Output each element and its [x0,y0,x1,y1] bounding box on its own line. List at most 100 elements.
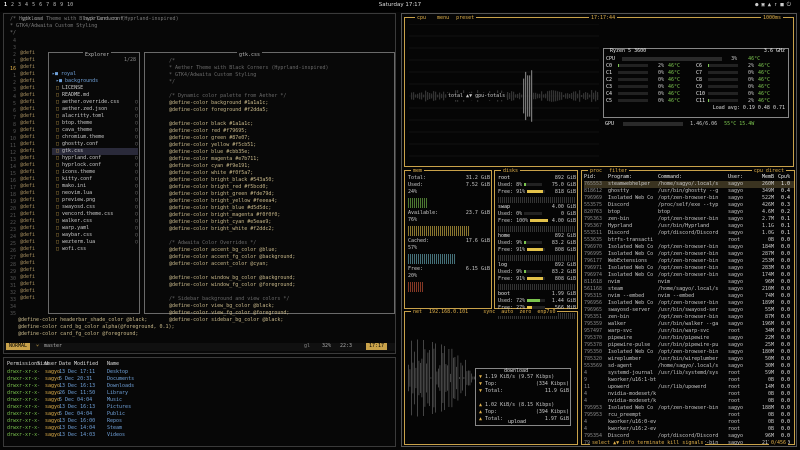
tree-item[interactable]: □ btop.theme ○ [52,120,138,127]
ls-row[interactable]: drwxr-xr-x-sagyo13 Dec 14:04 Steam [7,425,147,432]
tree-item[interactable]: □ warp.yaml ○ [52,225,138,232]
proc-row[interactable]: 796971 Isolated Web Co/opt/zen-browser-bi… [584,265,794,272]
proc-row[interactable]: 4 systemd-journal/usr/lib/systemd/sys root… [584,370,794,377]
tree-item[interactable]: ▸■ backgrounds [52,78,138,85]
proc-row[interactable]: 795367 Hyprland/usr/bin/Hyprland sagyo 1.1G… [584,223,794,230]
refresh-rate[interactable]: 1000ms [760,15,783,22]
proc-row[interactable]: 796969 Isolated Web Co/opt/zen-browser-bi… [584,195,794,202]
proc-row[interactable]: 561168 steam/home/sagyo/.local/s sagyo 210M… [584,286,794,293]
proc-row[interactable]: 796970 Isolated Web Co/opt/zen-browser-bi… [584,244,794,251]
tree-item[interactable]: □ icons.theme ○ [52,169,138,176]
tree-item[interactable]: □ LICENSE [52,85,138,92]
ls-row[interactable]: drwxr-xr-x-sagyo13 Dec 17:11 Desktop [7,369,147,376]
ls-row[interactable]: drwxr-xr-x-sagyo13 Dec 16:13 Pictures [7,404,147,411]
tree-item[interactable]: □ aether.zed.json ○ [52,106,138,113]
workspace-4[interactable]: 4 [25,2,28,8]
ls-row[interactable]: drwxr-xr-x-sagyo5 Dec 20:31 Documents [7,376,147,383]
proc-row[interactable]: 811618 nvim nvim sagyo 96M 0.0 [584,279,794,286]
proc-header-4[interactable]: MemB [756,174,774,181]
net-sync[interactable]: sync [483,309,495,315]
proc-header-0[interactable]: Pid: [584,174,608,181]
proc-row[interactable]: 795953 Isolated Web Co/opt/zen-browser-bi… [584,405,794,412]
ls-row[interactable]: drwxr-xr-x-sagyo5 Dec 04:04 Music [7,397,147,404]
ls-row[interactable]: drwxr-xr-x-sagyo13 Dec 16:13 Downloads [7,383,147,390]
proc-row[interactable]: 957497 warp-svc/usr/bin/warp-svc root 34M 0.… [584,328,794,335]
tree-item[interactable]: □ kitty.conf ○ [52,176,138,183]
tree-item[interactable]: □ aether.override.css ○ [52,99,138,106]
proc-row[interactable]: 553575 Discord/proc/self/exe --typ sagyo 42… [584,202,794,209]
tree-item[interactable]: □ walker.css ○ [52,218,138,225]
proc-row[interactable]: 796995 Isolated Web Co/opt/zen-browser-bi… [584,251,794,258]
proc-row[interactable]: 795354 Discord/opt/discord/Discord sagyo 96… [584,433,794,440]
tree-item[interactable]: □ preview.png ○ [52,197,138,204]
tree-item[interactable]: □ ghostty.conf ○ [52,141,138,148]
proc-row[interactable]: 4 kworker/u16:2-ev root 0B 0.0 [584,426,794,433]
proc-row[interactable]: 795363 zen-bin/opt/zen-browser-bin sagyo 2.… [584,216,794,223]
tab-gtk-css[interactable]: gtk.css [22,16,43,23]
tree-item[interactable]: □ swayosd.css ○ [52,204,138,211]
tree-item[interactable]: □ README.md [52,92,138,99]
proc-row[interactable]: 553511 Discord/opt/discord/Discord sagyo 1.… [584,230,794,237]
net-zero[interactable]: zero [519,309,531,315]
tree-item[interactable]: □ waybar.css ○ [52,232,138,239]
tree-item[interactable]: □ alacritty.toml ○ [52,113,138,120]
clock[interactable]: Saturday 17:17 [370,2,430,9]
tree-item[interactable]: □ hyprlock.conf ○ [52,162,138,169]
proc-row[interactable]: 795370 pipewire/usr/bin/pipewire sagyo 22M 0… [584,335,794,342]
proc-row[interactable]: 796965 swayosd-server/usr/bin/swayosd-ser… [584,307,794,314]
proc-footer[interactable]: select ▲▼ info terminate kill signals [590,440,706,446]
proc-row[interactable]: 795953 rcu_preempt root 0B 0.0 [584,412,794,419]
proc-header-5[interactable]: Cpu% [774,174,790,181]
proc-row[interactable]: 795351 zen-bin/opt/zen-browser-bin sagyo 87… [584,314,794,321]
ls-row[interactable]: drwxr-xr-x-sagyo13 Dec 16:00 Repos [7,418,147,425]
proc-row[interactable]: 818612 ghostty/usr/bin/ghostty --g sagyo 34… [584,188,794,195]
proc-row[interactable]: 553635 btrfs-transacti root 0B 0.0 [584,237,794,244]
menu-tab[interactable]: menu [437,15,449,21]
proc-row[interactable]: 765553 steamwebhelper/home/sagyo/.local/s… [584,181,794,188]
proc-row[interactable]: 796177 WebExtensions/opt/zen-browser-bin s… [584,258,794,265]
tree-item[interactable]: □ wofi.css [52,246,138,253]
net-auto[interactable]: auto [501,309,513,315]
preset-tab[interactable]: preset [456,15,474,21]
workspace-10[interactable]: 10 [67,2,73,8]
proc-row[interactable]: 796956 Isolated Web Co/opt/zen-browser-bi… [584,300,794,307]
code-view[interactable]: /* * Aether Theme with Black Corners (Hyp… [169,58,393,324]
ls-row[interactable]: drwxr-xr-x-sagyo13 Dec 14:03 Videos [7,432,147,439]
workspace-9[interactable]: 9 [60,2,63,8]
tree-item[interactable]: □ hyprland.conf ○ [52,155,138,162]
tree-item[interactable]: □ vencord.theme.css ○ [52,211,138,218]
proc-row[interactable]: 796974 Isolated Web Co/opt/zen-browser-bi… [584,272,794,279]
proc-row[interactable]: 11 upowerd/usr/lib/upowerd root 14M 0.0 [584,384,794,391]
workspace-6[interactable]: 6 [39,2,42,8]
workspace-5[interactable]: 5 [32,2,35,8]
proc-row[interactable]: 4 kworker/u16:0-ev root 0B 0.0 [584,419,794,426]
workspace-3[interactable]: 3 [18,2,21,8]
workspace-2[interactable]: 2 [11,2,14,8]
proc-row[interactable]: 785320 wireplumber/usr/bin/wireplumber sag… [584,356,794,363]
workspace-8[interactable]: 8 [53,2,56,8]
tree-item[interactable]: □ chromium.theme ○ [52,134,138,141]
proc-header-1[interactable]: Program: [608,174,658,181]
proc-header-2[interactable]: Command: [658,174,728,181]
proc-row[interactable]: 795378 pipewire-pulse/usr/bin/pipewire-pu… [584,342,794,349]
proc-row[interactable]: 795315 nvim --embed nvim --embed sagyo 74M 0.… [584,293,794,300]
proc-row[interactable]: 795359 walker/usr/bin/walker --ga sagyo 196… [584,321,794,328]
tree-item[interactable]: □ cava_theme ○ [52,127,138,134]
proc-header-3[interactable]: User: [728,174,756,181]
proc-row[interactable]: 4 nvidia-modeset/k root 0B 0.0 [584,391,794,398]
ls-row[interactable]: drwxr-xr-x-sagyo26 Dec 11:50 Library [7,390,147,397]
tree-item[interactable]: □ neovim.lua ○ [52,190,138,197]
workspace-1[interactable]: 1 [4,2,7,8]
tree-item[interactable]: □ mako.ini ○ [52,183,138,190]
net-iface[interactable]: enp7s0 [537,309,555,315]
proc-row[interactable]: 4 nvidia-modeset/k root 0B 0.0 [584,398,794,405]
ls-row[interactable]: drwxr-xr-x-sagyo5 Dec 04:04 Public [7,411,147,418]
proc-row[interactable]: 9 kworker/u16:1-bt root 0B 0.0 [584,377,794,384]
tab-hyprland-conf[interactable]: hyprland.conf [84,16,123,23]
workspace-7[interactable]: 7 [46,2,49,8]
proc-row[interactable]: 795350 Isolated Web Co/opt/zen-browser-bi… [584,349,794,356]
proc-row[interactable]: 820763 btop btop sagyo 4.6M 0.2 [584,209,794,216]
tray-icon[interactable]: ⏻ [787,2,794,8]
proc-row[interactable]: 553569 sd-agent/home/sagyo/.local/s sagyo 3… [584,363,794,370]
tree-item[interactable]: □ gtk.css [52,148,138,155]
